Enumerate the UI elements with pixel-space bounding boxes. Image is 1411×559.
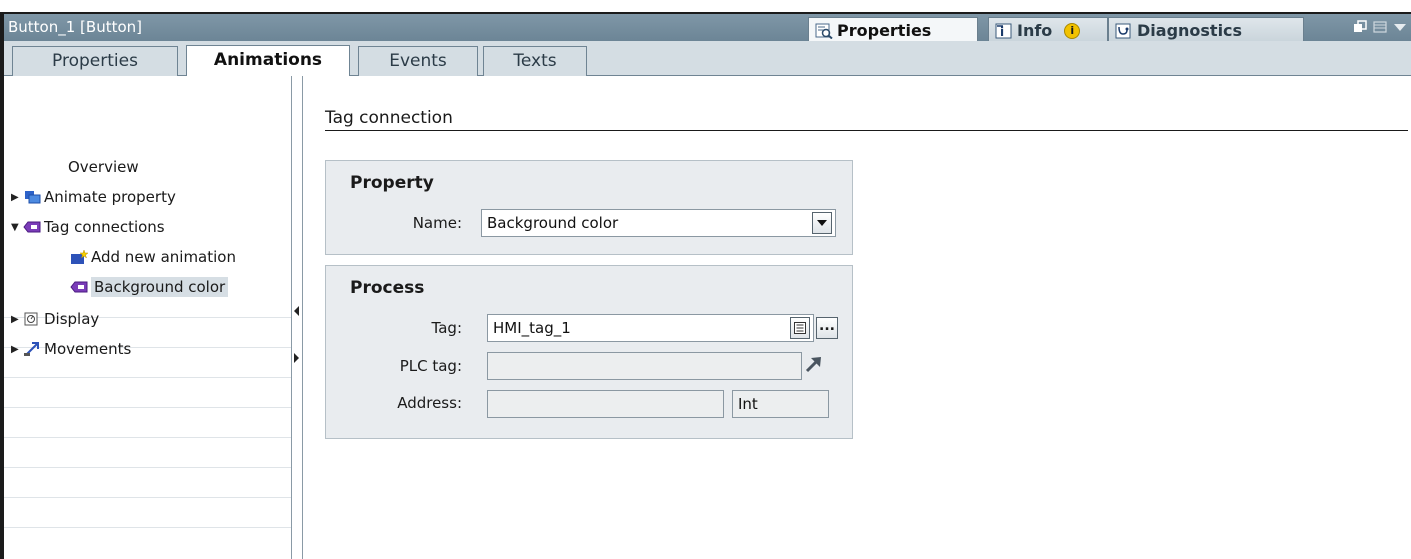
name-label: Name:: [412, 214, 462, 232]
property-group: Property Name: Background color: [325, 160, 853, 255]
collapse-left-icon[interactable]: [294, 306, 299, 316]
address-label: Address:: [397, 394, 462, 412]
info-icon: i: [995, 23, 1013, 39]
section-title: Tag connection: [325, 108, 459, 128]
panel-tab-info-label: Info: [1017, 21, 1053, 40]
tab-texts[interactable]: Texts: [483, 46, 587, 76]
animate-property-icon: [23, 189, 41, 205]
diagnostics-icon: [1115, 23, 1133, 39]
tree-divider: [4, 467, 291, 468]
add-animation-icon: [70, 249, 89, 265]
tree-item-label: Background color: [91, 277, 229, 297]
svg-text:i: i: [1000, 25, 1004, 39]
process-group: Process Tag: HMI_tag_1 ... PLC tag: Addr…: [325, 265, 853, 439]
tab-events[interactable]: Events: [358, 46, 478, 76]
dropdown-arrow-icon[interactable]: [812, 212, 832, 234]
browse-button-label: ...: [819, 318, 835, 334]
data-type-field: Int: [732, 390, 829, 418]
tree-item-label: Movements: [44, 340, 132, 358]
tree-divider: [4, 407, 291, 408]
tree-item-overview[interactable]: Overview: [68, 154, 139, 180]
title-bar: Button_1 [Button] Properties i Info i Di…: [4, 12, 1411, 43]
plc-tag-field[interactable]: [487, 352, 802, 380]
tree-item-movements[interactable]: ▶ Movements: [11, 336, 131, 362]
section-divider: [325, 130, 1408, 131]
expand-arrow-icon[interactable]: ▶: [11, 192, 23, 203]
address-field[interactable]: [487, 390, 724, 418]
panel-splitter[interactable]: [291, 76, 303, 559]
tree-item-tag-connections[interactable]: ▼ Tag connections: [11, 214, 165, 240]
tree-divider: [4, 497, 291, 498]
window-title: Button_1 [Button]: [8, 18, 143, 36]
plc-tag-label: PLC tag:: [399, 357, 462, 375]
tree-item-display[interactable]: ▶ Display: [11, 306, 99, 332]
tree-item-add-new-animation[interactable]: Add new animation: [70, 244, 236, 270]
panel-tab-diagnostics[interactable]: Diagnostics: [1108, 17, 1304, 43]
tag-connection-icon: [70, 279, 88, 295]
movements-icon: [23, 341, 41, 357]
info-badge-icon: i: [1064, 22, 1081, 39]
tag-label: Tag:: [431, 319, 462, 337]
tab-animations[interactable]: Animations: [186, 45, 350, 76]
browse-button[interactable]: ...: [816, 317, 838, 339]
tab-properties[interactable]: Properties: [12, 46, 178, 76]
panel-tab-properties[interactable]: Properties: [808, 17, 978, 43]
tree-divider: [4, 527, 291, 528]
inspector-tabs: Properties Animations Events Texts: [4, 41, 1411, 76]
tree-item-animate-property[interactable]: ▶ Animate property: [11, 184, 176, 210]
panel-tab-properties-label: Properties: [837, 21, 932, 40]
tag-list-icon[interactable]: [790, 317, 810, 339]
animation-tree: Overview ▶ Animate property ▼ Tag connec…: [4, 76, 291, 559]
name-dropdown[interactable]: Background color: [481, 209, 836, 237]
panel-tab-diagnostics-label: Diagnostics: [1137, 21, 1243, 40]
tag-field[interactable]: HMI_tag_1: [487, 314, 814, 342]
collapse-arrow-icon[interactable]: ▼: [11, 222, 23, 233]
data-type-value: Int: [738, 395, 758, 413]
properties-icon: [815, 23, 833, 39]
float-window-icon[interactable]: [1353, 20, 1367, 38]
tree-divider: [4, 437, 291, 438]
tree-divider: [4, 377, 291, 378]
tree-item-background-color[interactable]: Background color: [70, 274, 229, 300]
expand-right-icon[interactable]: [294, 353, 299, 363]
expand-arrow-icon[interactable]: ▶: [11, 344, 23, 355]
tree-item-label: Animate property: [44, 188, 176, 206]
panel-layout-icon[interactable]: [1373, 20, 1387, 38]
tree-item-label: Overview: [68, 158, 139, 176]
window-controls: [1353, 20, 1407, 38]
name-dropdown-value: Background color: [487, 214, 619, 232]
tree-item-label: Display: [44, 310, 100, 328]
tree-item-label: Tag connections: [44, 218, 165, 236]
display-icon: [23, 311, 41, 327]
process-group-title: Process: [350, 278, 425, 298]
expand-arrow-icon[interactable]: ▶: [11, 314, 23, 325]
tag-field-value: HMI_tag_1: [493, 319, 571, 337]
inspector-window: Button_1 [Button] Properties i Info i Di…: [0, 12, 1411, 559]
tag-connection-icon: [23, 219, 41, 235]
tree-item-label: Add new animation: [91, 248, 236, 266]
panel-tab-info[interactable]: i Info i: [988, 17, 1108, 43]
property-group-title: Property: [350, 173, 434, 193]
chevron-down-icon[interactable]: [1393, 20, 1407, 38]
go-to-arrow-icon[interactable]: [803, 353, 825, 375]
